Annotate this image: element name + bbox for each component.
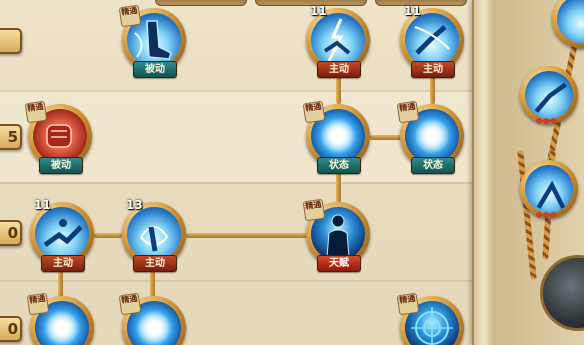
skill-figure-icon bbox=[536, 180, 566, 209]
skill-node[interactable]: 13 主动 bbox=[122, 198, 186, 272]
skill-figure-icon bbox=[534, 82, 567, 113]
row-divider bbox=[0, 182, 478, 184]
tier-level-badge: 0 bbox=[0, 220, 22, 246]
skill-node[interactable]: 精通 被动 bbox=[24, 100, 92, 174]
skill-type-tag: 状态 bbox=[411, 157, 455, 174]
scroll-roller-edge bbox=[472, 0, 496, 345]
mastery-seal: 精通 bbox=[396, 292, 420, 316]
equipped-skill-slot[interactable] bbox=[552, 0, 584, 48]
light-burst-icon bbox=[44, 310, 80, 345]
skill-node[interactable]: 11 主动 bbox=[306, 4, 370, 78]
row-divider bbox=[0, 90, 478, 92]
lightning-figure-icon bbox=[323, 18, 351, 62]
mastery-seal: 精通 bbox=[24, 100, 48, 124]
light-burst-icon bbox=[414, 118, 450, 154]
skill-node[interactable]: 精通 天赋 bbox=[302, 198, 370, 272]
top-tab-right[interactable] bbox=[375, 0, 467, 6]
leaping-figure-icon bbox=[414, 25, 450, 55]
skill-type-tag: 被动 bbox=[39, 157, 83, 174]
tree-connector bbox=[336, 74, 341, 104]
mastery-seal: 精通 bbox=[302, 100, 326, 124]
rank-diamonds: ◆◆◆ bbox=[536, 210, 558, 219]
tree-connector bbox=[430, 74, 435, 104]
light-burst-icon bbox=[136, 310, 172, 345]
skill-tree-panel: 5 0 0 精通 被动 11 主动 11 主动 精通 被动 精通 状态 精通 状… bbox=[0, 0, 584, 345]
skill-type-tag: 天赋 bbox=[317, 255, 361, 272]
kick-figure-icon bbox=[43, 219, 83, 248]
tree-connector bbox=[186, 233, 308, 238]
top-tab-left[interactable] bbox=[155, 0, 247, 6]
skill-level-number: 11 bbox=[34, 198, 51, 212]
rank-diamonds: ◆◆◆ bbox=[536, 116, 558, 125]
skill-node[interactable]: 11 主动 bbox=[30, 198, 94, 272]
tier-level-badge bbox=[0, 28, 22, 54]
tree-connector bbox=[94, 233, 122, 238]
light-burst-icon bbox=[320, 118, 356, 154]
skill-type-tag: 状态 bbox=[317, 157, 361, 174]
skill-node[interactable]: 精通 bbox=[26, 292, 94, 345]
mastery-seal: 精通 bbox=[396, 100, 420, 124]
skill-node[interactable]: 精通 被动 bbox=[118, 4, 186, 78]
equipped-skill-slot[interactable]: ◆◆◆ bbox=[520, 160, 578, 219]
mastery-seal: 精通 bbox=[118, 292, 142, 316]
skill-type-tag: 主动 bbox=[317, 61, 361, 78]
skill-type-tag: 主动 bbox=[133, 255, 177, 272]
skill-level-number: 11 bbox=[310, 4, 327, 18]
tier-level-badge: 5 bbox=[0, 124, 22, 150]
skill-node[interactable]: 精通 bbox=[396, 292, 464, 345]
skill-type-tag: 主动 bbox=[411, 61, 455, 78]
skill-node[interactable]: 精通 状态 bbox=[396, 100, 464, 174]
skill-level-number: 13 bbox=[126, 198, 143, 212]
skill-type-tag: 被动 bbox=[133, 61, 177, 78]
skill-type-tag: 主动 bbox=[41, 255, 85, 272]
tier-level-badge: 0 bbox=[0, 316, 22, 342]
equipped-skill-slot[interactable]: ◆◆◆ bbox=[520, 66, 578, 125]
spin-figure-icon bbox=[140, 226, 169, 252]
mastery-seal: 精通 bbox=[118, 4, 142, 28]
skill-node[interactable]: 精通 状态 bbox=[302, 100, 370, 174]
skill-node[interactable]: 11 主动 bbox=[400, 4, 464, 78]
skill-level-number: 11 bbox=[404, 4, 421, 18]
mastery-seal: 精通 bbox=[26, 292, 50, 316]
mastery-seal: 精通 bbox=[302, 198, 326, 222]
row-divider bbox=[0, 280, 478, 282]
tree-connector bbox=[370, 135, 402, 140]
skill-node[interactable]: 精通 bbox=[118, 292, 186, 345]
